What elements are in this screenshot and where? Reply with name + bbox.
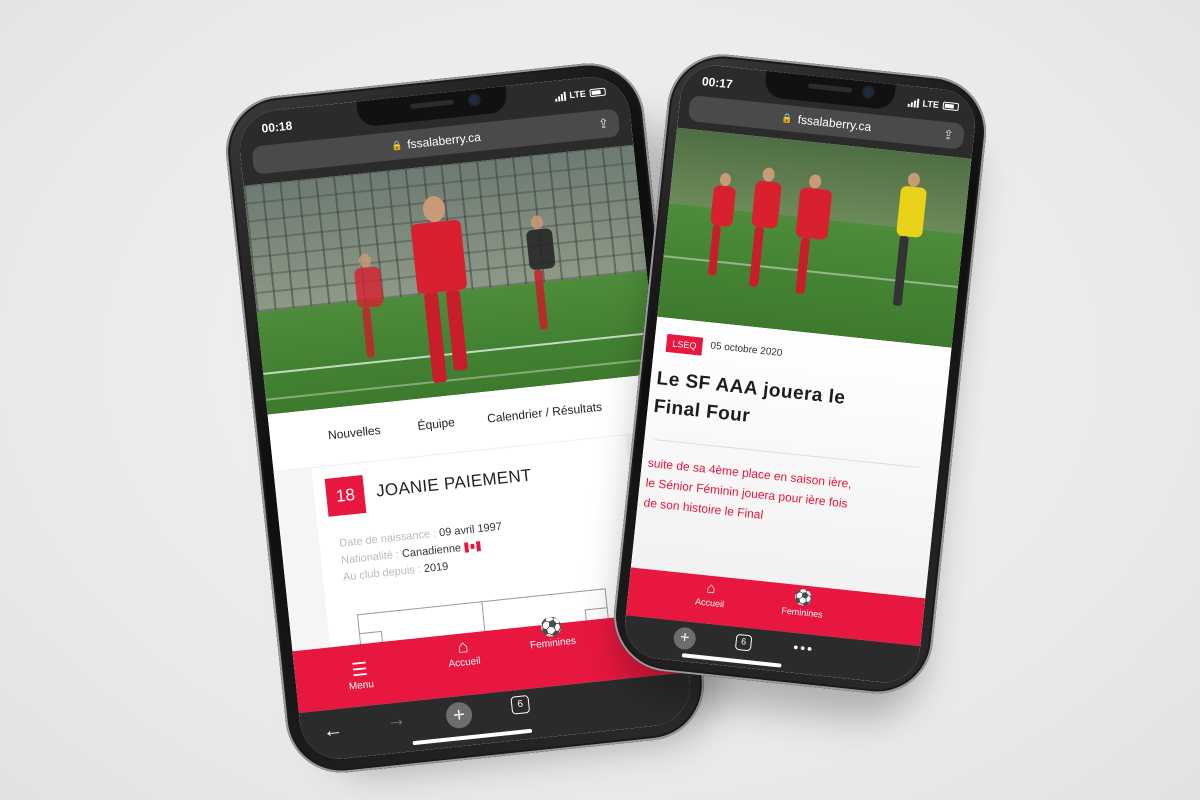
- share-icon[interactable]: ⇪: [597, 115, 610, 132]
- player-details: Date de naissance : 09 avril 1997 Nation…: [339, 519, 507, 587]
- signal-icon: [907, 97, 920, 108]
- home-indicator: [412, 728, 533, 746]
- nav-item-calendrier[interactable]: Calendrier / Résultats: [486, 400, 602, 426]
- player-number-badge: 18: [324, 475, 367, 517]
- more-icon[interactable]: •••: [793, 639, 815, 657]
- article-tag[interactable]: LSEQ: [665, 333, 704, 356]
- nav-menu-button[interactable]: ☰ Menu: [334, 656, 387, 694]
- nav-item-nouvelles[interactable]: Nouvelles: [327, 423, 381, 442]
- article-excerpt: suite de sa 4ème place en saison ière, l…: [642, 455, 853, 522]
- article-content: LSEQ 05 octobre 2020 Le SF AAA jouera le…: [630, 316, 952, 607]
- status-time: 00:17: [701, 74, 734, 92]
- home-indicator: [681, 653, 782, 668]
- battery-icon: [942, 101, 960, 112]
- status-time: 00:18: [260, 118, 293, 136]
- signal-icon: [554, 91, 566, 102]
- battery-icon: [589, 87, 607, 98]
- network-label: LTE: [568, 88, 587, 101]
- lock-icon: 🔒: [390, 139, 403, 151]
- right-phone-screen: 00:17 LTE 🔒 fssalaberry.ca ⇪ LSEQ 05 oct…: [621, 62, 979, 686]
- player-photo: [243, 144, 658, 415]
- player-name: JOANIE PAIEMENT: [375, 465, 533, 501]
- nav-feminines-button[interactable]: ⚽ Feminines: [515, 613, 588, 653]
- right-phone: 00:17 LTE 🔒 fssalaberry.ca ⇪ LSEQ 05 oct…: [608, 48, 992, 700]
- url-text: fssalaberry.ca: [406, 129, 482, 152]
- network-label: LTE: [922, 98, 940, 111]
- article-date: 05 octobre 2020: [709, 340, 783, 360]
- forward-arrow-icon[interactable]: →: [385, 708, 407, 733]
- tabs-count-button[interactable]: 6: [510, 694, 531, 715]
- nav-item-equipe[interactable]: Équipe: [417, 415, 456, 433]
- article-title[interactable]: Le SF AAA jouera le Final Four: [652, 365, 897, 446]
- lock-icon: 🔒: [781, 112, 794, 124]
- new-tab-button[interactable]: +: [672, 626, 697, 651]
- back-arrow-icon[interactable]: ←: [322, 719, 344, 744]
- nav-feminines-button[interactable]: ⚽ Feminines: [767, 586, 840, 621]
- tabs-count-button[interactable]: 6: [734, 633, 753, 652]
- nav-home-button[interactable]: ⌂ Accueil: [679, 577, 742, 611]
- canada-flag-icon: [463, 541, 481, 553]
- menu-icon: ☰: [350, 658, 369, 681]
- nav-home-button[interactable]: ⌂ Accueil: [432, 632, 495, 671]
- new-tab-button[interactable]: +: [444, 700, 474, 730]
- home-icon: ⌂: [456, 635, 470, 657]
- share-icon[interactable]: ⇪: [942, 127, 954, 144]
- url-text: fssalaberry.ca: [797, 112, 872, 135]
- article-photo: [657, 127, 972, 348]
- player-number: 18: [335, 484, 356, 506]
